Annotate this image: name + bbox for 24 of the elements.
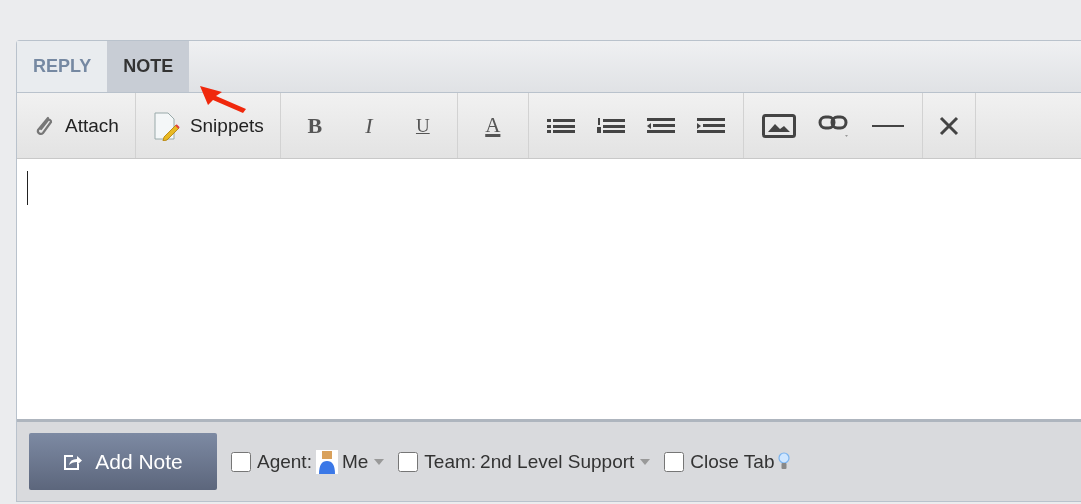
snippets-button[interactable]: Snippets <box>145 106 270 145</box>
lightbulb-icon <box>778 451 791 472</box>
option-label: Close Tab <box>690 450 775 473</box>
text-cursor <box>27 171 28 205</box>
format-button[interactable]: I <box>344 108 393 143</box>
dropdown[interactable]: Me <box>341 450 385 473</box>
person-icon <box>315 449 338 474</box>
text-color-button[interactable]: A <box>467 109 518 142</box>
dropdown[interactable]: 2nd Level Support <box>480 450 651 473</box>
share-icon <box>63 452 84 471</box>
document-pencil-icon <box>151 110 180 141</box>
attach-button[interactable]: Attach <box>27 109 125 142</box>
add-note-button[interactable]: Add Note <box>29 433 217 490</box>
checkbox[interactable] <box>664 451 685 472</box>
format-button[interactable]: B <box>290 108 339 143</box>
option-label: Team: <box>424 450 477 473</box>
caret-icon <box>640 458 651 465</box>
tab[interactable]: NOTE <box>107 41 190 92</box>
annotation-arrow <box>198 84 248 114</box>
checkbox[interactable] <box>231 451 251 472</box>
option-label: Agent: <box>257 450 312 473</box>
format-button[interactable]: U <box>398 110 447 141</box>
checkbox[interactable] <box>398 451 419 472</box>
caret-icon <box>374 458 385 465</box>
